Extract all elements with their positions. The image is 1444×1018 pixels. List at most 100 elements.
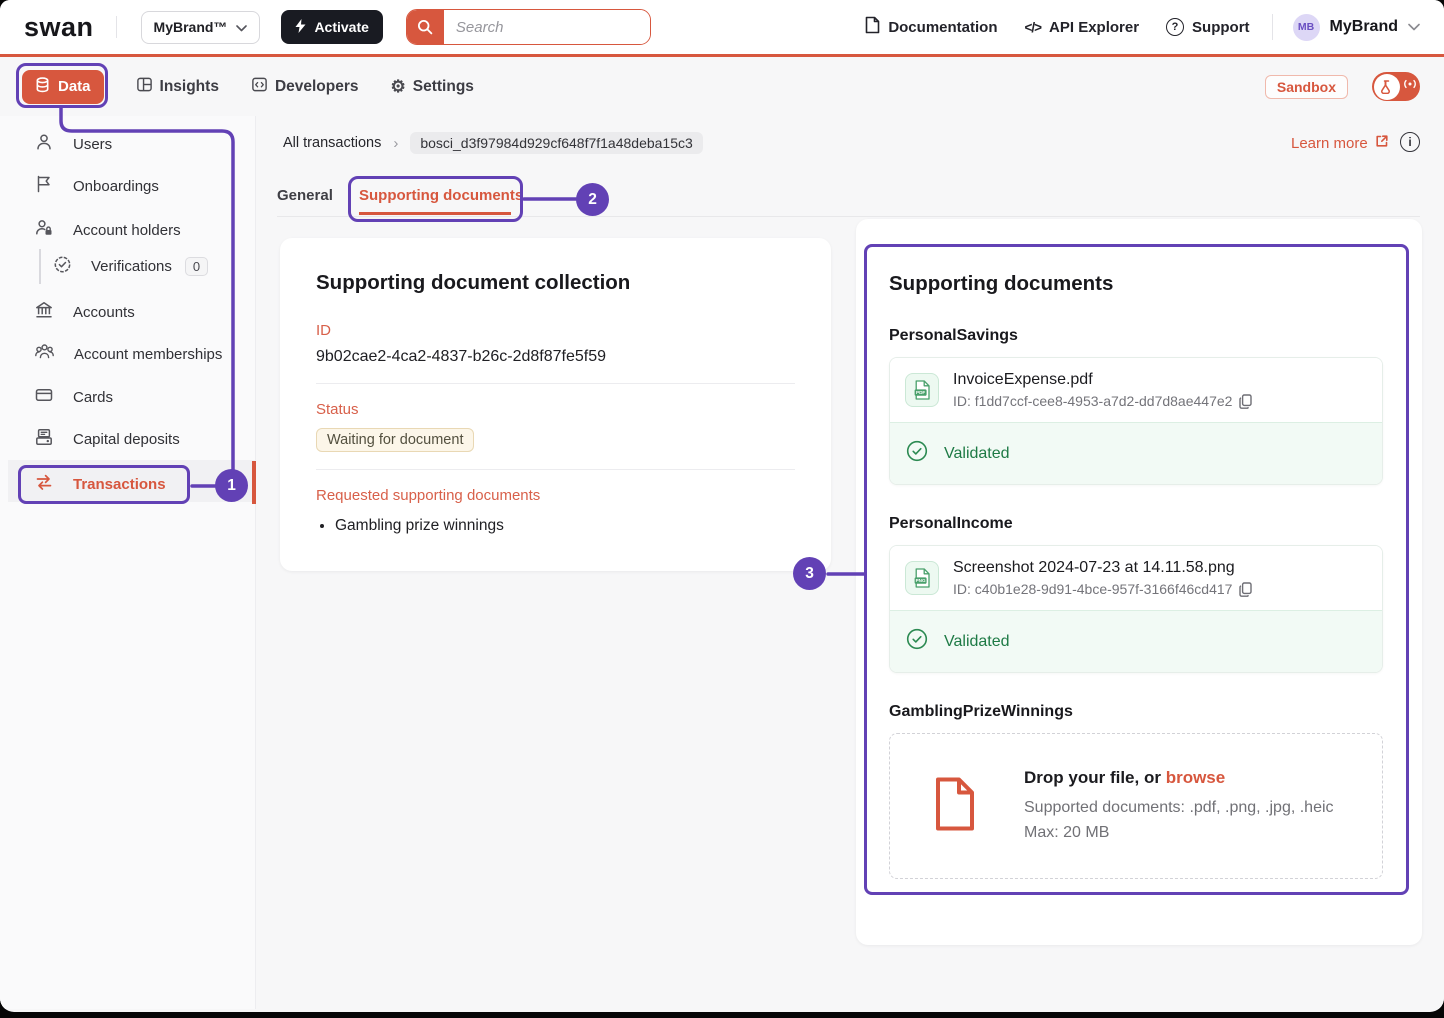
search-icon[interactable] bbox=[407, 10, 444, 44]
sidebar-active-indicator bbox=[252, 461, 256, 504]
avatar: MB bbox=[1293, 14, 1320, 41]
section-personal-income: PersonalIncome bbox=[889, 515, 1382, 533]
breadcrumb-transaction-id: bosci_d3f97984d929cf648f7f1a48deba15c3 bbox=[410, 132, 702, 154]
dropzone-text: Drop your file, or bbox=[1024, 768, 1166, 787]
status-field-label: Status bbox=[316, 401, 795, 418]
sidebar-account-memberships-label: Account memberships bbox=[74, 346, 222, 363]
nav-item-insights[interactable]: Insights bbox=[136, 76, 219, 98]
info-icon[interactable]: i bbox=[1400, 132, 1420, 152]
nav-developers-label: Developers bbox=[275, 78, 359, 96]
document-id: ID: c40b1e28-9d91-4bce-957f-3166f46cd417 bbox=[953, 581, 1232, 597]
png-file-icon: PNG bbox=[905, 561, 939, 595]
sidebar-item-transactions[interactable]: Transactions bbox=[34, 472, 166, 496]
sidebar-item-accounts[interactable]: Accounts bbox=[34, 300, 135, 324]
primary-nav: Data Insights Developers ⚙ Settings Sand… bbox=[0, 57, 1444, 116]
developers-icon bbox=[251, 76, 268, 98]
validated-label: Validated bbox=[944, 633, 1010, 651]
tabs-bottom-border bbox=[277, 216, 1420, 217]
validated-label: Validated bbox=[944, 445, 1010, 463]
requested-document-item: Gambling prize winnings bbox=[335, 517, 795, 535]
copy-icon[interactable] bbox=[1239, 394, 1252, 409]
live-signal-icon bbox=[1403, 77, 1417, 96]
sidebar-account-holders-label: Account holders bbox=[73, 222, 181, 239]
dropzone-max-size: Max: 20 MB bbox=[1024, 820, 1334, 845]
account-name: MyBrand bbox=[1330, 18, 1398, 36]
requested-documents-list: Gambling prize winnings bbox=[335, 517, 795, 535]
search-input[interactable] bbox=[444, 10, 651, 44]
status-badge: Waiting for document bbox=[316, 428, 474, 452]
sidebar-transactions-label: Transactions bbox=[73, 476, 166, 493]
support-label: Support bbox=[1192, 19, 1250, 36]
svg-text:PDF: PDF bbox=[916, 390, 925, 395]
document-file-name: Screenshot 2024-07-23 at 14.11.58.png bbox=[953, 559, 1252, 577]
nav-item-settings[interactable]: ⚙ Settings bbox=[391, 78, 474, 96]
brand-selector-dropdown[interactable]: MyBrand™ bbox=[141, 11, 261, 44]
divider bbox=[316, 383, 795, 384]
flask-icon bbox=[1374, 74, 1400, 100]
sidebar-item-users[interactable]: Users bbox=[34, 132, 112, 156]
group-icon bbox=[34, 342, 55, 366]
database-icon bbox=[35, 77, 50, 97]
divider bbox=[316, 469, 795, 470]
api-explorer-link[interactable]: </> API Explorer bbox=[1024, 19, 1139, 36]
sidebar-subitem-line bbox=[39, 249, 41, 284]
documents-card-title: Supporting documents bbox=[889, 272, 1382, 296]
support-link[interactable]: ? Support bbox=[1166, 18, 1250, 36]
sidebar-verifications-label: Verifications bbox=[91, 258, 172, 275]
file-dropzone[interactable]: Drop your file, or browse Supported docu… bbox=[889, 733, 1383, 879]
user-icon bbox=[34, 132, 54, 156]
svg-text:PNG: PNG bbox=[915, 578, 925, 583]
document-row[interactable]: PDF InvoiceExpense.pdf ID: f1dd7ccf-cee8… bbox=[890, 358, 1382, 422]
validated-status-row: Validated bbox=[890, 610, 1382, 672]
nav-insights-label: Insights bbox=[160, 78, 219, 96]
nav-item-data[interactable]: Data bbox=[22, 70, 104, 104]
document-group: PNG Screenshot 2024-07-23 at 14.11.58.pn… bbox=[889, 545, 1383, 673]
body-area: Users Onboardings Account holders Verifi… bbox=[0, 116, 1444, 1009]
learn-more-link[interactable]: Learn more bbox=[1291, 134, 1389, 152]
documentation-link[interactable]: Documentation bbox=[865, 16, 997, 38]
card-icon bbox=[34, 385, 54, 409]
upload-file-icon bbox=[932, 776, 978, 837]
swan-logo: swan bbox=[24, 12, 94, 43]
breadcrumb-separator-icon: › bbox=[393, 135, 398, 152]
sandbox-badge: Sandbox bbox=[1265, 75, 1348, 99]
copy-icon[interactable] bbox=[1239, 582, 1252, 597]
check-circle-icon bbox=[906, 440, 928, 467]
sidebar-item-account-memberships[interactable]: Account memberships bbox=[34, 342, 222, 366]
document-icon bbox=[865, 16, 880, 38]
documentation-label: Documentation bbox=[888, 19, 997, 36]
account-menu[interactable]: MB MyBrand bbox=[1293, 14, 1420, 41]
sidebar-accounts-label: Accounts bbox=[73, 304, 135, 321]
verifications-count-badge: 0 bbox=[185, 257, 208, 276]
pdf-file-icon: PDF bbox=[905, 373, 939, 407]
id-field-label: ID bbox=[316, 322, 795, 339]
code-icon: </> bbox=[1024, 20, 1041, 35]
activate-button[interactable]: Activate bbox=[281, 10, 382, 44]
lightning-bolt-icon bbox=[295, 19, 306, 36]
environment-toggle[interactable] bbox=[1372, 72, 1420, 101]
help-icon: ? bbox=[1166, 18, 1184, 36]
breadcrumb-all-transactions[interactable]: All transactions bbox=[283, 135, 381, 151]
nav-item-developers[interactable]: Developers bbox=[251, 76, 359, 98]
supporting-documents-card: Supporting documents PersonalSavings PDF… bbox=[856, 219, 1422, 945]
sidebar-capital-deposits-label: Capital deposits bbox=[73, 431, 180, 448]
supporting-document-collection-card: Supporting document collection ID 9b02ca… bbox=[280, 238, 831, 571]
top-header: swan MyBrand™ Activate Documentat bbox=[0, 0, 1444, 57]
sidebar-item-cards[interactable]: Cards bbox=[34, 385, 113, 409]
tab-supporting-documents[interactable]: Supporting documents bbox=[359, 187, 523, 204]
brand-selector-label: MyBrand™ bbox=[154, 19, 228, 35]
breadcrumb: All transactions › bosci_d3f97984d929cf6… bbox=[283, 132, 703, 154]
sidebar-item-onboardings[interactable]: Onboardings bbox=[34, 174, 159, 198]
sidebar: Users Onboardings Account holders Verifi… bbox=[0, 116, 256, 1009]
nav-data-label: Data bbox=[58, 78, 91, 95]
browse-link[interactable]: browse bbox=[1166, 768, 1226, 787]
tab-general[interactable]: General bbox=[277, 187, 333, 204]
external-link-icon bbox=[1375, 134, 1389, 152]
sidebar-item-capital-deposits[interactable]: Capital deposits bbox=[34, 427, 180, 451]
sidebar-item-account-holders[interactable]: Account holders bbox=[34, 218, 181, 242]
header-divider bbox=[1272, 14, 1273, 40]
document-row[interactable]: PNG Screenshot 2024-07-23 at 14.11.58.pn… bbox=[890, 546, 1382, 610]
api-explorer-label: API Explorer bbox=[1049, 19, 1139, 36]
sidebar-item-verifications[interactable]: Verifications 0 bbox=[53, 254, 208, 278]
sidebar-cards-label: Cards bbox=[73, 389, 113, 406]
